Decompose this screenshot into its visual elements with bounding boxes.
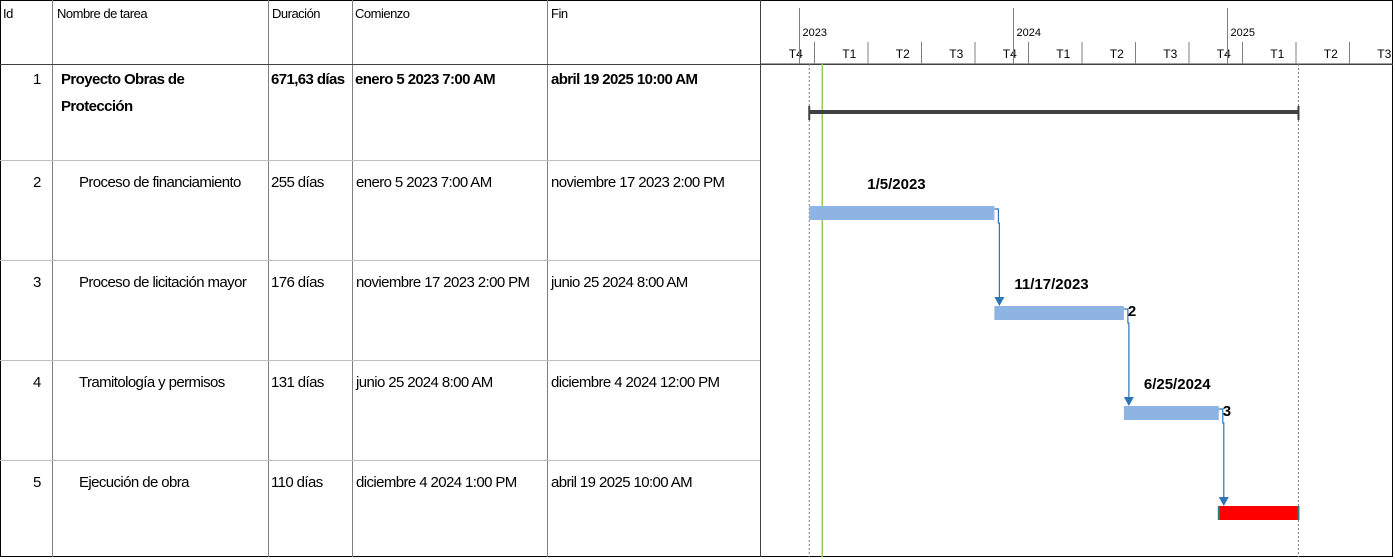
- task-finish: noviembre 17 2023 2:00 PM: [551, 174, 725, 191]
- quarter-label: T1: [1270, 47, 1284, 61]
- row-divider: [0, 160, 760, 161]
- row-id: 1: [33, 71, 41, 88]
- task-name: Proceso de financiamiento: [79, 174, 241, 191]
- quarter-label: T2: [1110, 47, 1124, 61]
- row-id: 4: [33, 374, 41, 391]
- task-finish: abril 19 2025 10:00 AM: [551, 71, 698, 88]
- task-start-date-label: 1/5/2023: [867, 176, 925, 193]
- row-divider: [0, 460, 760, 461]
- task-duration: 255 días: [271, 174, 324, 191]
- task-start: diciembre 4 2024 1:00 PM: [356, 474, 517, 491]
- task-start-date-label: 11/17/2023: [1014, 276, 1088, 293]
- row-divider: [0, 260, 760, 261]
- dependency-link: [994, 208, 1000, 305]
- task-bar: [809, 206, 995, 220]
- task-name: Proceso de licitación mayor: [79, 274, 247, 291]
- summary-bar: [809, 110, 1299, 114]
- gantt-chart: T4 T1 T2 T3 T4 T1 T2 T3 T4 T1 T2 T3 2023 2024 2025 1/5/…: [761, 8, 1393, 557]
- task-start-date-label: 6/25/2024: [1144, 376, 1211, 393]
- quarter-label: T1: [1056, 47, 1070, 61]
- task-predecessor-label: 2: [1128, 303, 1136, 320]
- task-name: Ejecución de obra: [79, 474, 189, 491]
- task-name: Proyecto Obras de Protección: [61, 71, 185, 115]
- quarter-label: T4: [1003, 47, 1017, 61]
- row-id: 5: [33, 474, 41, 491]
- task-duration: 131 días: [271, 374, 324, 391]
- dependency-link: [1218, 408, 1225, 505]
- quarter-label: T3: [1163, 47, 1177, 61]
- task-finish: abril 19 2025 10:00 AM: [551, 474, 693, 491]
- dependency-arrow: [994, 297, 1005, 306]
- task-predecessor-label: 3: [1223, 403, 1231, 420]
- task-bar: [994, 306, 1124, 320]
- year-label: 2025: [1231, 27, 1255, 39]
- column-divider: [352, 0, 353, 557]
- task-bar: [1218, 506, 1299, 520]
- year-label: 2023: [803, 27, 827, 39]
- task-name: Tramitología y permisos: [79, 374, 225, 391]
- header-start[interactable]: Comienzo: [355, 6, 410, 21]
- task-start: enero 5 2023 7:00 AM: [356, 174, 492, 191]
- quarter-label: T3: [949, 47, 963, 61]
- column-divider: [268, 0, 269, 557]
- column-divider: [52, 0, 53, 557]
- quarter-label: T2: [896, 47, 910, 61]
- quarter-label: T3: [1377, 47, 1391, 61]
- task-duration: 671,63 días: [271, 71, 345, 88]
- task-start: noviembre 17 2023 2:00 PM: [356, 274, 530, 291]
- task-start: junio 25 2024 8:00 AM: [356, 374, 493, 391]
- quarter-label: T2: [1324, 47, 1338, 61]
- task-finish: junio 25 2024 8:00 AM: [551, 274, 688, 291]
- quarter-label: T4: [1217, 47, 1231, 61]
- header-finish[interactable]: Fin: [551, 6, 568, 21]
- row-id: 3: [33, 274, 41, 291]
- task-start: enero 5 2023 7:00 AM: [355, 71, 496, 88]
- column-divider: [547, 0, 548, 557]
- header-duration[interactable]: Duración: [272, 6, 321, 21]
- task-bar: [1123, 406, 1219, 420]
- dependency-link: [1123, 308, 1130, 405]
- dependency-arrow: [1218, 497, 1229, 506]
- task-duration: 176 días: [271, 274, 324, 291]
- year-label: 2024: [1017, 27, 1041, 39]
- quarter-label: T1: [842, 47, 856, 61]
- header-task-name[interactable]: Nombre de tarea: [57, 6, 148, 21]
- task-duration: 110 días: [271, 474, 323, 491]
- header-id[interactable]: Id: [3, 6, 13, 21]
- dependency-arrow: [1123, 397, 1134, 406]
- task-finish: diciembre 4 2024 12:00 PM: [551, 374, 720, 391]
- row-divider: [0, 360, 760, 361]
- row-id: 2: [33, 174, 41, 191]
- quarter-label: T4: [789, 47, 803, 61]
